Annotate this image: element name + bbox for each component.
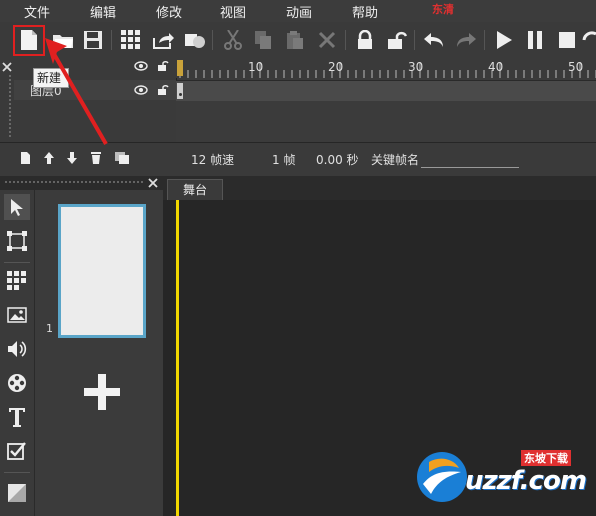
loop-button[interactable]	[582, 27, 596, 53]
cut-icon	[224, 30, 242, 50]
image-icon	[7, 307, 27, 323]
play-icon	[497, 31, 512, 49]
transform-icon	[7, 231, 27, 251]
brand-label: 东清	[432, 3, 454, 16]
menu-animation[interactable]: 动画	[286, 2, 312, 21]
shapes-button[interactable]	[182, 27, 208, 53]
trash-icon[interactable]	[90, 150, 102, 165]
ruler-label: 20	[328, 60, 344, 74]
ruler-label: 40	[488, 60, 504, 74]
menu-help[interactable]: 帮助	[352, 2, 378, 21]
add-page-icon[interactable]	[82, 372, 122, 412]
toolbox	[0, 190, 35, 516]
pause-icon	[528, 31, 542, 49]
watermark-text: uzzf.com	[465, 466, 587, 496]
page-number: 1	[46, 322, 53, 335]
menu-edit[interactable]: 编辑	[90, 2, 116, 21]
ruler-ticks	[179, 62, 596, 78]
unlock-button[interactable]	[384, 27, 410, 53]
speaker-icon	[8, 341, 27, 357]
keyframe-name-label: 关键帧名	[371, 153, 420, 167]
image-tool[interactable]	[4, 302, 30, 328]
select-tool[interactable]	[4, 194, 30, 220]
pause-button[interactable]	[522, 27, 548, 53]
ruler-label: 30	[408, 60, 424, 74]
visibility-eye-icon[interactable]	[134, 61, 148, 71]
menu-view[interactable]: 视图	[220, 2, 246, 21]
watermark-globe-icon	[417, 452, 467, 502]
copy-button[interactable]	[250, 27, 276, 53]
arrow-pointer-icon	[11, 199, 23, 216]
unlock-icon	[388, 31, 407, 49]
grid-icon	[7, 271, 26, 290]
fps-value[interactable]: 12 帧速	[191, 151, 234, 168]
text-icon	[9, 408, 25, 427]
export-icon	[153, 33, 174, 49]
keyframe[interactable]	[177, 83, 183, 99]
play-button[interactable]	[491, 27, 517, 53]
cut-button[interactable]	[220, 27, 246, 53]
transform-tool[interactable]	[4, 228, 30, 254]
lock-toggle-icon[interactable]	[157, 60, 169, 72]
ruler-label: 10	[248, 60, 264, 74]
grid-button[interactable]	[118, 27, 144, 53]
watermark-logo: 东坡下载 uzzf.com	[415, 448, 595, 508]
add-layer-icon[interactable]	[20, 151, 31, 165]
menu-modify[interactable]: 修改	[156, 2, 182, 21]
paste-button[interactable]	[282, 27, 308, 53]
page-panel-close-icon[interactable]	[148, 178, 158, 188]
menu-bar: 文件 编辑 修改 视图 动画 帮助 东清	[0, 0, 596, 22]
lock-icon	[358, 30, 372, 49]
fill-swatch-icon	[8, 484, 26, 502]
undo-icon	[424, 33, 443, 47]
loop-icon	[582, 31, 596, 41]
grid-icon	[121, 30, 140, 49]
menu-file[interactable]: 文件	[24, 2, 50, 21]
copy-icon	[255, 31, 271, 49]
close-icon[interactable]	[2, 62, 12, 72]
frames-track[interactable]	[176, 80, 596, 102]
ruler-label: 50	[568, 60, 584, 74]
audio-tool[interactable]	[4, 336, 30, 362]
frames-empty-area	[176, 101, 596, 142]
frame-ruler[interactable]	[176, 58, 596, 78]
duplicate-layer-icon[interactable]	[114, 151, 130, 165]
annotation-arrow	[45, 38, 108, 146]
grid-tool[interactable]	[4, 268, 30, 294]
undo-button[interactable]	[421, 27, 447, 53]
playhead[interactable]	[177, 60, 183, 76]
tab-stage[interactable]: 舞台	[167, 179, 223, 200]
stage-boundary	[176, 200, 179, 516]
page-thumbnail[interactable]	[58, 204, 146, 338]
keyframe-dot	[179, 93, 182, 96]
current-frame: 1 帧	[272, 153, 296, 167]
redo-button[interactable]	[453, 27, 479, 53]
elapsed-time: 0.00 秒	[316, 153, 359, 167]
export-button[interactable]	[150, 27, 176, 53]
lock-button[interactable]	[352, 27, 378, 53]
checkbox-tool[interactable]	[4, 438, 30, 464]
layer-visibility-eye-icon[interactable]	[134, 85, 148, 95]
film-reel-icon	[8, 374, 26, 392]
layer-lock-icon[interactable]	[157, 84, 169, 96]
paste-icon	[287, 31, 303, 49]
checkbox-icon	[7, 442, 26, 460]
stop-icon	[559, 32, 575, 48]
panel-drag-handle[interactable]	[4, 180, 144, 184]
stage-tabbar	[163, 176, 596, 200]
shapes-icon	[185, 34, 205, 48]
fill-tool[interactable]	[4, 480, 30, 506]
redo-icon	[457, 33, 476, 47]
keyframe-name-field[interactable]	[421, 167, 519, 168]
move-down-icon[interactable]	[66, 151, 78, 165]
move-up-icon[interactable]	[43, 151, 55, 165]
delete-icon	[318, 31, 336, 49]
stop-button[interactable]	[554, 27, 580, 53]
watermark-tagline: 东坡下载	[521, 450, 571, 466]
video-tool[interactable]	[4, 370, 30, 396]
text-tool[interactable]	[4, 404, 30, 430]
delete-button[interactable]	[314, 27, 340, 53]
drag-handle[interactable]	[8, 74, 12, 138]
